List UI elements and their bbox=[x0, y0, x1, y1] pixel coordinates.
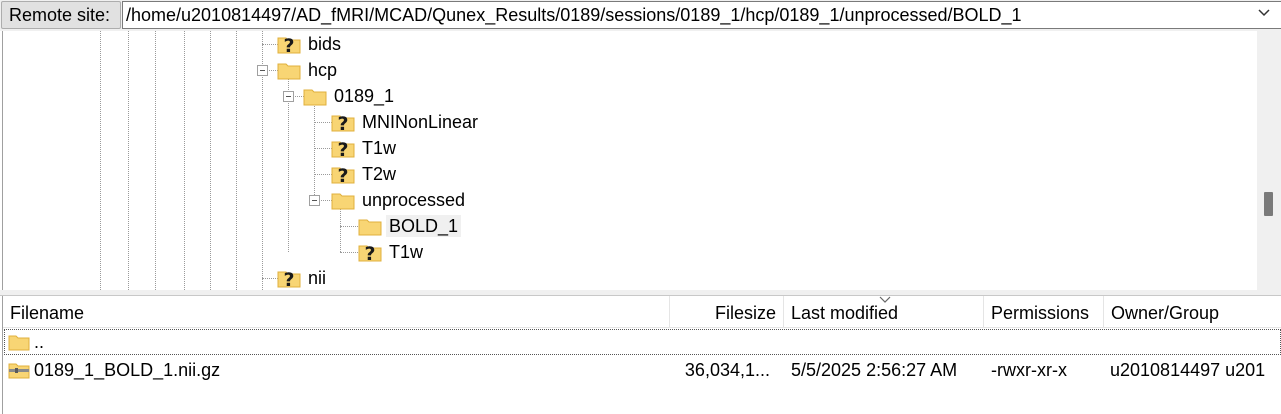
unknown-folder-icon: ? bbox=[331, 139, 355, 158]
unknown-folder-icon: ? bbox=[277, 269, 301, 288]
column-header-owner-group[interactable]: Owner/Group bbox=[1104, 296, 1281, 328]
remote-site-bar: Remote site: /home/u2010814497/AD_fMRI/M… bbox=[0, 0, 1281, 31]
tree-guide-line bbox=[288, 77, 289, 252]
tree-node-label: bids bbox=[308, 34, 342, 54]
folder-icon bbox=[358, 219, 382, 236]
unknown-folder-icon: ? bbox=[277, 35, 301, 54]
tree-guide-line bbox=[128, 31, 129, 290]
file-list-header: Filename Filesize Last modified Permissi… bbox=[3, 296, 1281, 328]
tree-node-t1w[interactable]: ? T1w bbox=[331, 136, 399, 160]
tree-node-bold_1[interactable]: BOLD_1 bbox=[358, 214, 462, 238]
svg-text:?: ? bbox=[283, 269, 294, 288]
sort-indicator-icon bbox=[879, 296, 891, 303]
tree-node-label: hcp bbox=[308, 60, 338, 80]
tree-node-0189_1[interactable]: 0189_1 bbox=[303, 84, 397, 108]
svg-text:?: ? bbox=[337, 113, 348, 132]
tree-node-t1w-unprocessed[interactable]: ? T1w bbox=[358, 240, 426, 264]
tree-guide-line bbox=[155, 31, 156, 290]
tree-node-label: nii bbox=[308, 268, 327, 288]
folder-icon bbox=[331, 193, 355, 210]
tree-node-label: T1w bbox=[362, 138, 397, 158]
tree-node-label: T2w bbox=[362, 164, 397, 184]
tree-guide-line bbox=[340, 206, 341, 252]
remote-directory-tree[interactable]: ? bids hcp 0189_1 ? MNINonLinear ? T1w ? bbox=[2, 31, 1281, 290]
scrollbar-thumb[interactable] bbox=[1264, 192, 1273, 216]
tree-node-t2w[interactable]: ? T2w bbox=[331, 162, 399, 186]
remote-file-list[interactable]: Filename Filesize Last modified Permissi… bbox=[2, 296, 1281, 414]
file-owner-group: u2010814497 u201 bbox=[1110, 360, 1266, 380]
file-last-modified: 5/5/2025 2:56:27 AM bbox=[791, 360, 958, 380]
tree-connector bbox=[340, 252, 360, 253]
tree-vertical-scrollbar[interactable] bbox=[1257, 31, 1281, 290]
tree-node-label: BOLD_1 bbox=[386, 215, 462, 237]
remote-site-path-input[interactable]: /home/u2010814497/AD_fMRI/MCAD/Qunex_Res… bbox=[122, 1, 1281, 29]
chevron-down-icon[interactable] bbox=[1257, 2, 1271, 24]
folder-icon bbox=[8, 335, 30, 351]
tree-connector bbox=[340, 226, 360, 227]
tree-node-unprocessed[interactable]: unprocessed bbox=[331, 188, 468, 212]
unknown-folder-icon: ? bbox=[331, 165, 355, 184]
tree-guide-line bbox=[314, 103, 315, 201]
tree-guide-line bbox=[100, 31, 101, 290]
folder-icon bbox=[277, 63, 301, 80]
file-row-parent-directory[interactable]: .. bbox=[3, 328, 1281, 356]
unknown-folder-icon: ? bbox=[358, 243, 382, 262]
tree-guide-line bbox=[184, 31, 185, 290]
archive-file-icon bbox=[8, 363, 30, 379]
tree-node-label: unprocessed bbox=[362, 190, 466, 210]
svg-text:?: ? bbox=[337, 165, 348, 184]
tree-node-bids[interactable]: ? bids bbox=[277, 32, 344, 56]
folder-icon bbox=[303, 89, 327, 106]
collapse-toggle-unprocessed[interactable] bbox=[309, 195, 320, 206]
file-name: 0189_1_BOLD_1.nii.gz bbox=[34, 360, 221, 380]
file-name: .. bbox=[34, 332, 45, 352]
tree-node-hcp[interactable]: hcp bbox=[277, 58, 340, 82]
collapse-toggle-hcp[interactable] bbox=[257, 65, 268, 76]
remote-site-label: Remote site: bbox=[1, 1, 121, 29]
tree-node-nii[interactable]: ? nii bbox=[277, 266, 329, 290]
tree-node-label: MNINonLinear bbox=[362, 112, 479, 132]
column-header-filesize[interactable]: Filesize bbox=[670, 296, 784, 328]
unknown-folder-icon: ? bbox=[331, 113, 355, 132]
file-size: 36,034,1... bbox=[684, 360, 770, 380]
file-row[interactable]: 0189_1_BOLD_1.nii.gz 36,034,1... 5/5/202… bbox=[3, 356, 1281, 384]
column-header-filename[interactable]: Filename bbox=[3, 296, 670, 328]
collapse-toggle-0189_1[interactable] bbox=[283, 91, 294, 102]
svg-text:?: ? bbox=[337, 139, 348, 158]
tree-guide-line bbox=[236, 31, 237, 290]
column-header-permissions[interactable]: Permissions bbox=[984, 296, 1104, 328]
svg-text:?: ? bbox=[283, 35, 294, 54]
svg-text:?: ? bbox=[364, 243, 375, 262]
tree-node-label: 0189_1 bbox=[334, 86, 395, 106]
tree-node-mninonlinear[interactable]: ? MNINonLinear bbox=[331, 110, 481, 134]
tree-node-label: T1w bbox=[389, 242, 424, 262]
tree-guide-line bbox=[210, 31, 211, 290]
file-permissions: -rwxr-xr-x bbox=[991, 360, 1067, 380]
